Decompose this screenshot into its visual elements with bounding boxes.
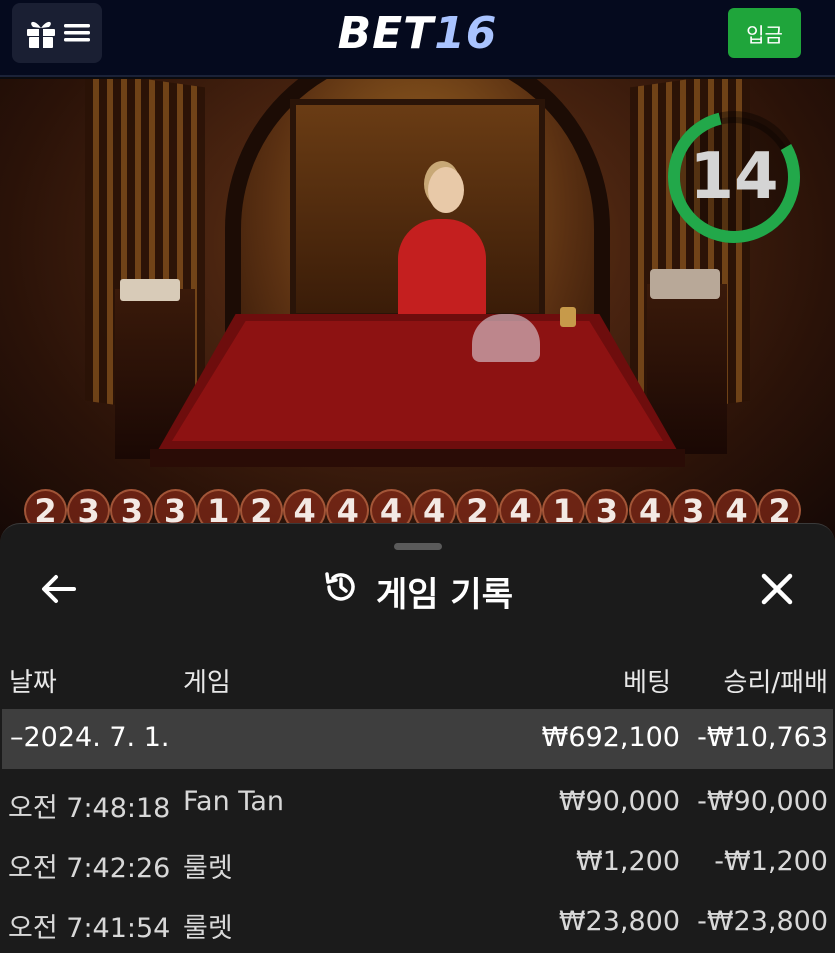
row-bet: ₩23,800 <box>558 906 680 937</box>
top-bar: BET16 입금 <box>0 0 835 77</box>
deposit-button[interactable]: 입금 <box>728 8 801 58</box>
row-win-loss: -₩90,000 <box>697 786 828 817</box>
decor-statue <box>650 269 720 299</box>
row-bet: ₩1,200 <box>576 846 680 877</box>
row-game: Fan Tan <box>183 786 284 817</box>
countdown-timer: 14 <box>664 107 804 247</box>
column-bet: 베팅 <box>623 668 671 698</box>
history-icon <box>322 568 360 615</box>
close-icon <box>760 572 794 610</box>
date-group-date: –2024. 7. 1. <box>10 722 170 753</box>
history-row[interactable]: 오전 7:48:18 Fan Tan ₩90,000 -₩90,000 <box>0 774 835 834</box>
history-row[interactable]: 오전 7:42:26 룰렛 ₩1,200 -₩1,200 <box>0 834 835 894</box>
row-time: 오전 7:48:18 <box>8 793 171 824</box>
app-page: BET16 입금 14 233312444424134342 게임 기록 날짜 … <box>0 0 835 953</box>
dealer-head <box>428 167 464 213</box>
panel-title: 게임 기록 <box>0 566 835 616</box>
logo-number: 16 <box>434 8 498 59</box>
column-game: 게임 <box>183 668 231 698</box>
history-row[interactable]: 오전 7:41:54 룰렛 ₩23,800 -₩23,800 <box>0 894 835 953</box>
decor-vase <box>120 279 180 301</box>
column-date: 날짜 <box>9 668 57 698</box>
timer-value: 14 <box>689 140 779 214</box>
row-game: 룰렛 <box>183 853 233 884</box>
column-win-loss: 승리/패배 <box>723 668 828 698</box>
drag-handle[interactable] <box>394 543 442 550</box>
game-table-edge <box>150 449 685 467</box>
row-win-loss: -₩1,200 <box>714 846 828 877</box>
row-game: 룰렛 <box>183 913 233 944</box>
brand-logo[interactable]: BET16 <box>0 8 835 59</box>
close-button[interactable] <box>755 569 799 613</box>
date-group-win-loss: -₩10,763 <box>697 722 828 753</box>
game-history-panel: 게임 기록 날짜 게임 베팅 승리/패배 –2024. 7. 1. ₩692,1… <box>0 523 835 953</box>
logo-text: BET <box>337 8 435 59</box>
row-bet: ₩90,000 <box>558 786 680 817</box>
decor-cup <box>560 307 576 327</box>
panel-title-text: 게임 기록 <box>376 574 513 615</box>
history-table-header: 날짜 게임 베팅 승리/패배 <box>0 654 835 700</box>
game-table-felt <box>172 321 663 441</box>
row-time: 오전 7:41:54 <box>8 913 171 944</box>
date-group-row[interactable]: –2024. 7. 1. ₩692,100 -₩10,763 <box>2 709 833 769</box>
row-time: 오전 7:42:26 <box>8 853 171 884</box>
date-group-bet: ₩692,100 <box>541 722 680 753</box>
bead-dome <box>472 314 540 362</box>
dealer <box>398 219 486 329</box>
row-win-loss: -₩23,800 <box>697 906 828 937</box>
